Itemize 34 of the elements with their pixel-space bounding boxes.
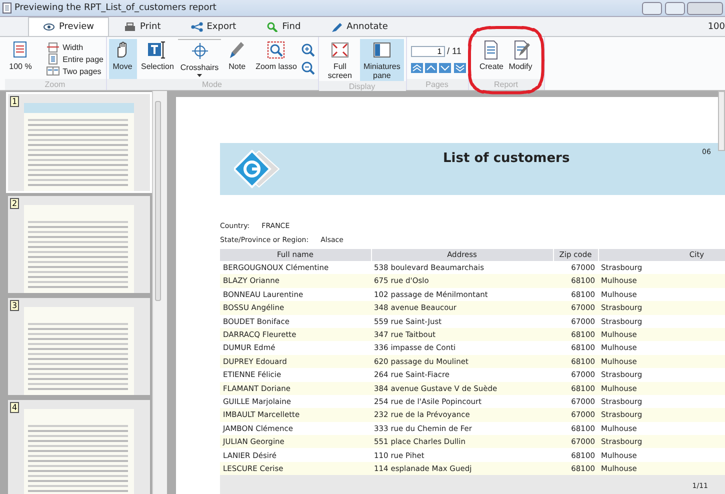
page-number: 3 <box>10 300 20 311</box>
page-number: 1 <box>10 96 20 107</box>
ribbon-button[interactable]: Full screen <box>320 39 360 81</box>
ribbon-button[interactable]: 100 % <box>6 39 34 79</box>
ribbon-button[interactable]: Modify <box>506 39 534 79</box>
ribbon-button[interactable]: Note <box>223 39 252 79</box>
ribbon-button[interactable]: Two pages <box>46 65 104 77</box>
ribbon-tab[interactable]: Print <box>109 17 176 36</box>
ribbon-button[interactable]: Create <box>477 39 506 79</box>
ribbon-button[interactable]: Entire page <box>46 53 104 65</box>
ribbon-tab[interactable]: Find <box>251 17 316 36</box>
ribbon-button[interactable]: Width <box>46 41 104 53</box>
page-number: 2 <box>10 198 20 209</box>
report-title: List of customers <box>443 150 570 168</box>
ribbon-button[interactable]: Move <box>108 39 136 79</box>
group-label: Zoom <box>4 79 106 90</box>
ribbon-button[interactable]: Miniatures pane <box>360 39 404 81</box>
page-thumbnail[interactable]: 2 <box>8 196 150 293</box>
page-thumbnail[interactable]: 3 <box>8 298 150 395</box>
group-label: Display <box>318 81 406 92</box>
ribbon-button[interactable]: Selection <box>138 39 176 79</box>
page-number-field[interactable]: 1 <box>410 46 445 58</box>
page-total: / 11 <box>447 45 462 58</box>
group-label: Mode <box>106 79 318 90</box>
ribbon-tab[interactable]: Preview <box>28 17 110 36</box>
ribbon-button[interactable]: Zoom lasso <box>254 39 299 79</box>
window-title: Previewing the RPT_List_of_customers report <box>14 2 218 14</box>
ribbon-tab[interactable]: Export <box>176 17 252 36</box>
zoom-level: 100 <box>708 21 725 34</box>
page-number: 4 <box>10 402 20 413</box>
page-thumbnail[interactable]: 4 <box>8 400 150 494</box>
ribbon-tab[interactable]: Annotate <box>316 17 403 36</box>
page-thumbnail[interactable]: 1 <box>8 94 150 191</box>
group-label: Pages <box>406 79 468 90</box>
